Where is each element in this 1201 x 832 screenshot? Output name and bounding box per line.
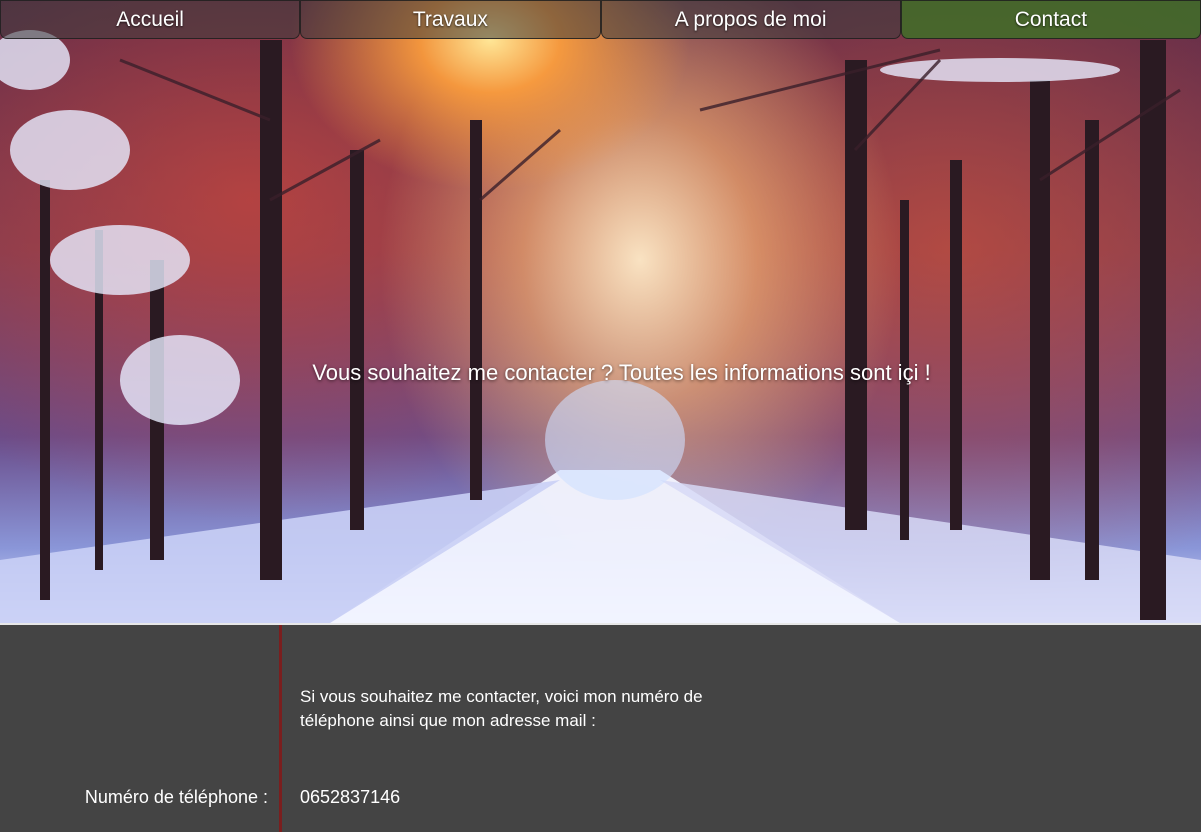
phone-number[interactable]: 0652837146 xyxy=(300,787,400,808)
hero-heading: Vous souhaitez me contacter ? Toutes les… xyxy=(312,360,931,385)
main-nav: Accueil Travaux A propos de moi Contact xyxy=(0,0,1201,41)
nav-a-propos[interactable]: A propos de moi xyxy=(600,0,901,39)
winter-forest-image xyxy=(0,30,1201,623)
contact-intro-line2: téléphone ainsi que mon adresse mail : xyxy=(300,711,596,730)
phone-label: Numéro de téléphone : xyxy=(84,787,268,807)
nav-contact[interactable]: Contact xyxy=(900,0,1201,39)
hero-banner: Vous souhaitez me contacter ? Toutes les… xyxy=(0,0,1201,623)
nav-travaux[interactable]: Travaux xyxy=(300,0,601,39)
contact-section: Si vous souhaitez me contacter, voici mo… xyxy=(0,625,1201,832)
vertical-separator xyxy=(279,625,282,832)
contact-intro: Si vous souhaitez me contacter, voici mo… xyxy=(300,685,800,733)
nav-accueil[interactable]: Accueil xyxy=(0,0,301,39)
contact-intro-line1: Si vous souhaitez me contacter, voici mo… xyxy=(300,687,703,706)
